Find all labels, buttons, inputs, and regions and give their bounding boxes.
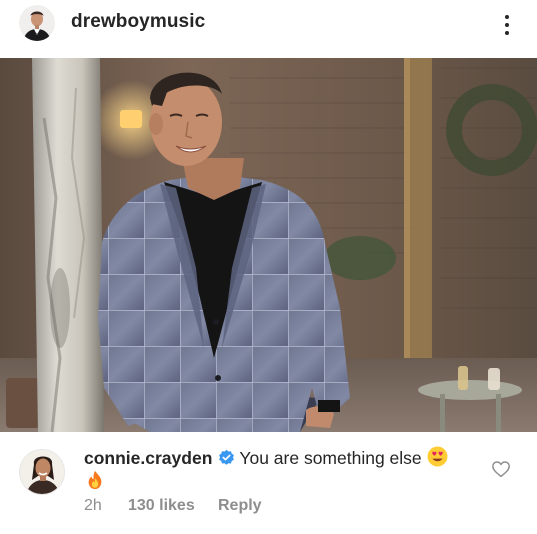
heart-eyes-emoji-icon xyxy=(427,446,448,467)
reply-button[interactable]: Reply xyxy=(218,497,262,515)
comment-text: You are something else xyxy=(239,448,422,468)
commenter-username[interactable]: connie.crayden xyxy=(84,448,212,468)
comment-meta: 2h 130 likes Reply xyxy=(84,497,262,515)
comment-likes[interactable]: 130 likes xyxy=(128,497,218,515)
more-vertical-icon[interactable] xyxy=(496,10,518,40)
verified-badge-icon xyxy=(219,449,235,465)
comment-time: 2h xyxy=(84,497,102,514)
comment-body: connie.crayden You are something else xyxy=(84,446,484,470)
heart-outline-icon[interactable] xyxy=(491,460,511,478)
post-header: drewboymusic xyxy=(0,0,537,58)
post-photo[interactable] xyxy=(0,58,537,432)
instagram-post: drewboymusic connie.crayden You are some… xyxy=(0,0,537,534)
poster-avatar[interactable] xyxy=(19,5,55,41)
poster-username[interactable]: drewboymusic xyxy=(71,11,205,33)
fire-emoji-icon xyxy=(88,470,102,490)
commenter-avatar[interactable] xyxy=(19,449,65,495)
